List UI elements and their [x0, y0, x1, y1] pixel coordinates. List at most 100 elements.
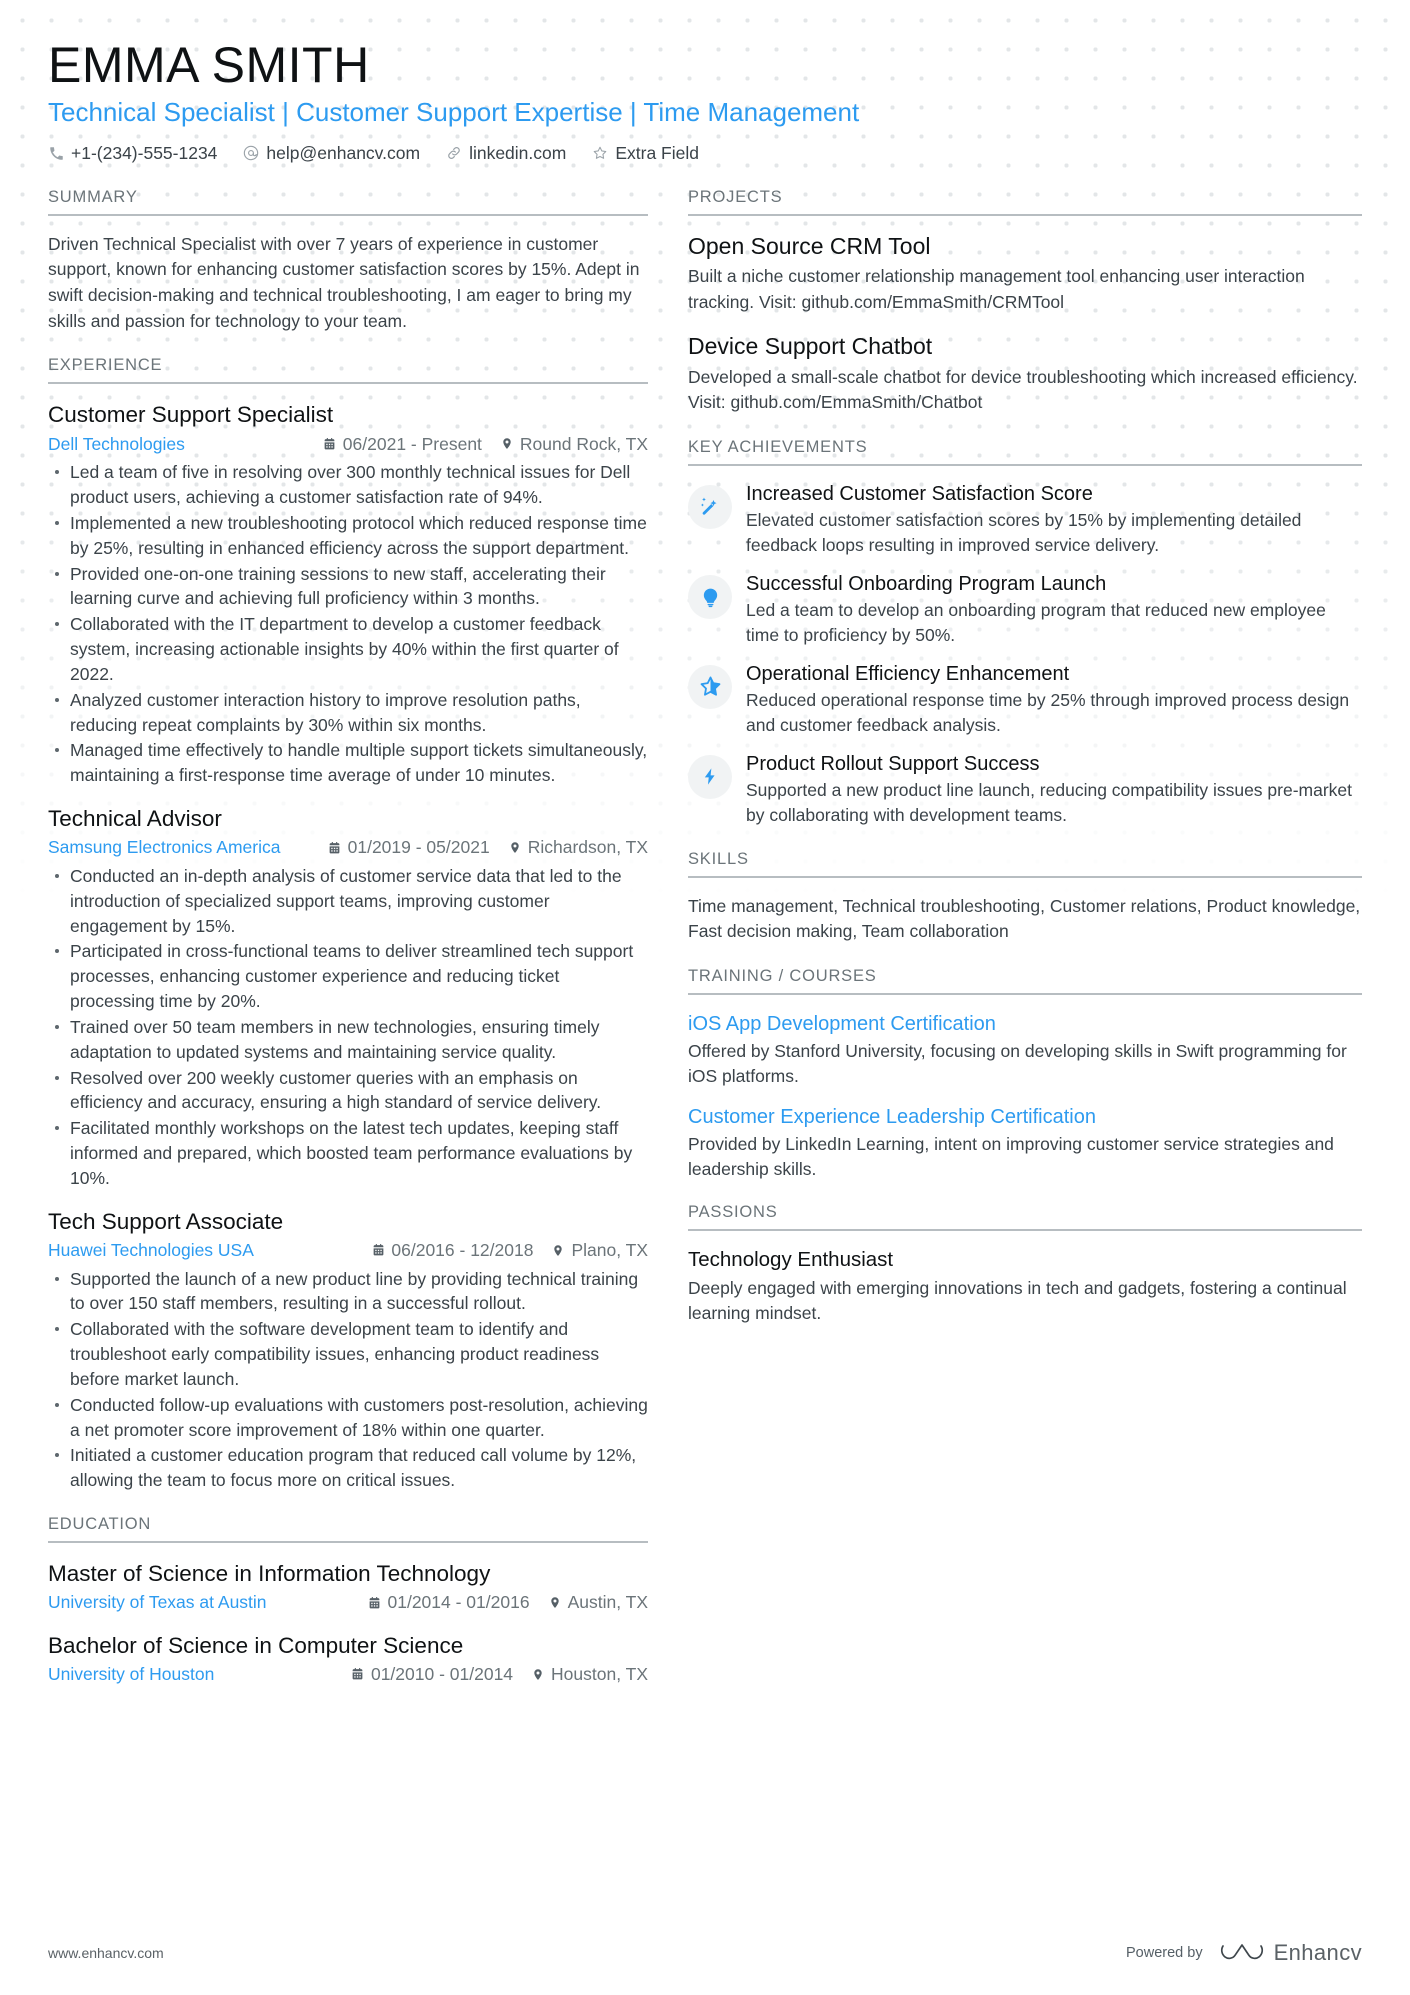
bullet-item: Resolved over 200 weekly customer querie…: [55, 1066, 648, 1116]
section-passions: PASSIONS Technology Enthusiast Deeply en…: [688, 1203, 1362, 1325]
course-item: iOS App Development Certification Offere…: [688, 1011, 1362, 1089]
skills-text: Time management, Technical troubleshooti…: [688, 895, 1361, 942]
section-projects: PROJECTS Open Source CRM Tool Built a ni…: [688, 188, 1362, 417]
achievement-description: Supported a new product line launch, red…: [746, 779, 1353, 825]
bullet-item: Implemented a new troubleshooting protoc…: [55, 511, 648, 561]
contact-link[interactable]: linkedin.com: [446, 143, 566, 164]
bullet-item: Conducted an in-depth analysis of custom…: [55, 864, 648, 939]
location-pin-icon: [531, 1667, 545, 1682]
education-school[interactable]: University of Houston: [48, 1662, 214, 1687]
projects-heading: PROJECTS: [688, 188, 1362, 216]
experience-company[interactable]: Dell Technologies: [48, 432, 185, 457]
bullet-item: Provided one-on-one training sessions to…: [55, 562, 648, 612]
location-pin-icon: [548, 1595, 562, 1610]
experience-entry: Customer Support Specialist Dell Technol…: [48, 400, 648, 788]
contact-phone-text: +1-(234)-555-1234: [71, 142, 218, 163]
location-pin-icon: [500, 436, 514, 451]
achievement-body: Operational Efficiency Enhancement Reduc…: [746, 662, 1362, 738]
section-education: EDUCATION Master of Science in Informati…: [48, 1515, 648, 1687]
achievement-description: Elevated customer satisfaction scores by…: [746, 510, 1302, 556]
project-item: Device Support Chatbot Developed a small…: [688, 332, 1362, 416]
achievement-item: Increased Customer Satisfaction Score El…: [688, 482, 1362, 558]
left-column: SUMMARY Driven Technical Specialist with…: [48, 182, 648, 1691]
page-footer: www.enhancv.com Powered by Enhancv: [48, 1939, 1362, 1967]
experience-dates: 01/2019 - 05/2021: [328, 835, 490, 860]
achievements-heading: KEY ACHIEVEMENTS: [688, 438, 1362, 467]
resume-columns: SUMMARY Driven Technical Specialist with…: [48, 182, 1362, 1691]
experience-company[interactable]: Huawei Technologies USA: [48, 1238, 254, 1263]
contact-phone[interactable]: +1-(234)-555-1234: [48, 143, 217, 164]
experience-dates-text: 06/2021 - Present: [342, 433, 482, 454]
achievement-title: Increased Customer Satisfaction Score: [746, 483, 1093, 506]
education-entry: Bachelor of Science in Computer Science …: [48, 1631, 648, 1687]
experience-company[interactable]: Samsung Electronics America: [48, 835, 280, 860]
education-location: Austin, TX: [548, 1590, 648, 1615]
passion-item: Technology Enthusiast Deeply engaged wit…: [688, 1247, 1362, 1325]
achievement-item: Operational Efficiency Enhancement Reduc…: [688, 662, 1362, 738]
achievement-body: Increased Customer Satisfaction Score El…: [746, 482, 1362, 558]
experience-job-title: Tech Support Associate: [48, 1208, 284, 1234]
experience-location-text: Plano, TX: [571, 1240, 648, 1261]
lightbulb-icon: [688, 575, 732, 620]
skills-heading: SKILLS: [688, 850, 1362, 878]
project-description: Developed a small-scale chatbot for devi…: [688, 366, 1358, 413]
achievement-item: Successful Onboarding Program Launch Led…: [688, 572, 1362, 648]
calendar-icon: [371, 1243, 385, 1258]
link-icon: [446, 145, 462, 161]
passion-description: Deeply engaged with emerging innovations…: [688, 1278, 1347, 1323]
education-entry: Master of Science in Information Technol…: [48, 1559, 648, 1615]
education-dates-text: 01/2014 - 01/2016: [387, 1592, 530, 1613]
experience-entry: Tech Support Associate Huawei Technologi…: [48, 1207, 648, 1493]
achievement-body: Successful Onboarding Program Launch Led…: [746, 572, 1362, 648]
contact-extra-field[interactable]: Extra Field: [592, 143, 699, 164]
education-meta: University of Texas at Austin 01/2014 - …: [48, 1590, 648, 1615]
passion-title: Technology Enthusiast: [688, 1248, 894, 1272]
achievement-description: Led a team to develop an onboarding prog…: [746, 600, 1326, 646]
candidate-name: EMMA SMITH: [48, 37, 370, 93]
experience-bullets: Led a team of five in resolving over 300…: [48, 460, 648, 788]
bullet-item: Led a team of five in resolving over 300…: [55, 460, 648, 510]
experience-bullets: Conducted an in-depth analysis of custom…: [48, 864, 648, 1191]
achievement-body: Product Rollout Support Success Supporte…: [746, 752, 1362, 828]
contact-link-text: linkedin.com: [469, 142, 567, 163]
resume-page: EMMA SMITH Technical Specialist | Custom…: [0, 0, 1410, 1995]
education-meta: University of Houston 01/2010 - 01/2014: [48, 1662, 648, 1687]
bullet-item: Trained over 50 team members in new tech…: [55, 1015, 648, 1065]
right-column: PROJECTS Open Source CRM Tool Built a ni…: [688, 182, 1362, 1326]
footer-website[interactable]: www.enhancv.com: [48, 1945, 164, 1961]
education-heading: EDUCATION: [48, 1515, 648, 1544]
achievement-title: Product Rollout Support Success: [746, 752, 1040, 775]
experience-meta: Dell Technologies 06/2021 - Present Roun…: [48, 432, 648, 457]
course-item: Customer Experience Leadership Certifica…: [688, 1104, 1362, 1182]
achievement-title: Operational Efficiency Enhancement: [746, 662, 1070, 685]
education-school[interactable]: University of Texas at Austin: [48, 1590, 267, 1615]
experience-location-text: Round Rock, TX: [519, 433, 648, 454]
contact-email[interactable]: help@enhancv.com: [243, 143, 420, 164]
education-dates-text: 01/2010 - 01/2014: [370, 1664, 514, 1685]
calendar-icon: [351, 1667, 365, 1682]
education-location: Houston, TX: [531, 1662, 648, 1687]
achievement-description: Reduced operational response time by 25%…: [746, 690, 1350, 735]
experience-dates: 06/2021 - Present: [323, 432, 482, 457]
location-pin-icon: [551, 1243, 565, 1258]
education-dates: 01/2010 - 01/2014: [351, 1662, 513, 1687]
experience-dates: 06/2016 - 12/2018: [371, 1238, 533, 1263]
calendar-icon: [323, 436, 337, 451]
course-title[interactable]: Customer Experience Leadership Certifica…: [688, 1104, 1362, 1130]
resume-header: EMMA SMITH Technical Specialist | Custom…: [48, 36, 1362, 164]
enhancv-wordmark: Enhancv: [1273, 1940, 1362, 1965]
bullet-item: Analyzed customer interaction history to…: [55, 688, 648, 738]
section-training-courses: TRAINING / COURSES iOS App Development C…: [688, 967, 1362, 1181]
enhancv-logo-mark: [1220, 1944, 1263, 1960]
course-title[interactable]: iOS App Development Certification: [688, 1011, 1362, 1037]
star-icon: [592, 145, 608, 161]
project-title: Device Support Chatbot: [688, 332, 933, 359]
project-description: Built a niche customer relationship mana…: [688, 266, 1305, 313]
phone-icon: [48, 145, 64, 161]
section-key-achievements: KEY ACHIEVEMENTS Increased Customer Sati…: [688, 438, 1362, 828]
education-location-text: Austin, TX: [567, 1592, 648, 1613]
experience-entry: Technical Advisor Samsung Electronics Am…: [48, 804, 648, 1191]
bullet-item: Supported the launch of a new product li…: [55, 1267, 648, 1317]
calendar-icon: [328, 840, 342, 855]
bullet-item: Participated in cross-functional teams t…: [55, 939, 648, 1014]
